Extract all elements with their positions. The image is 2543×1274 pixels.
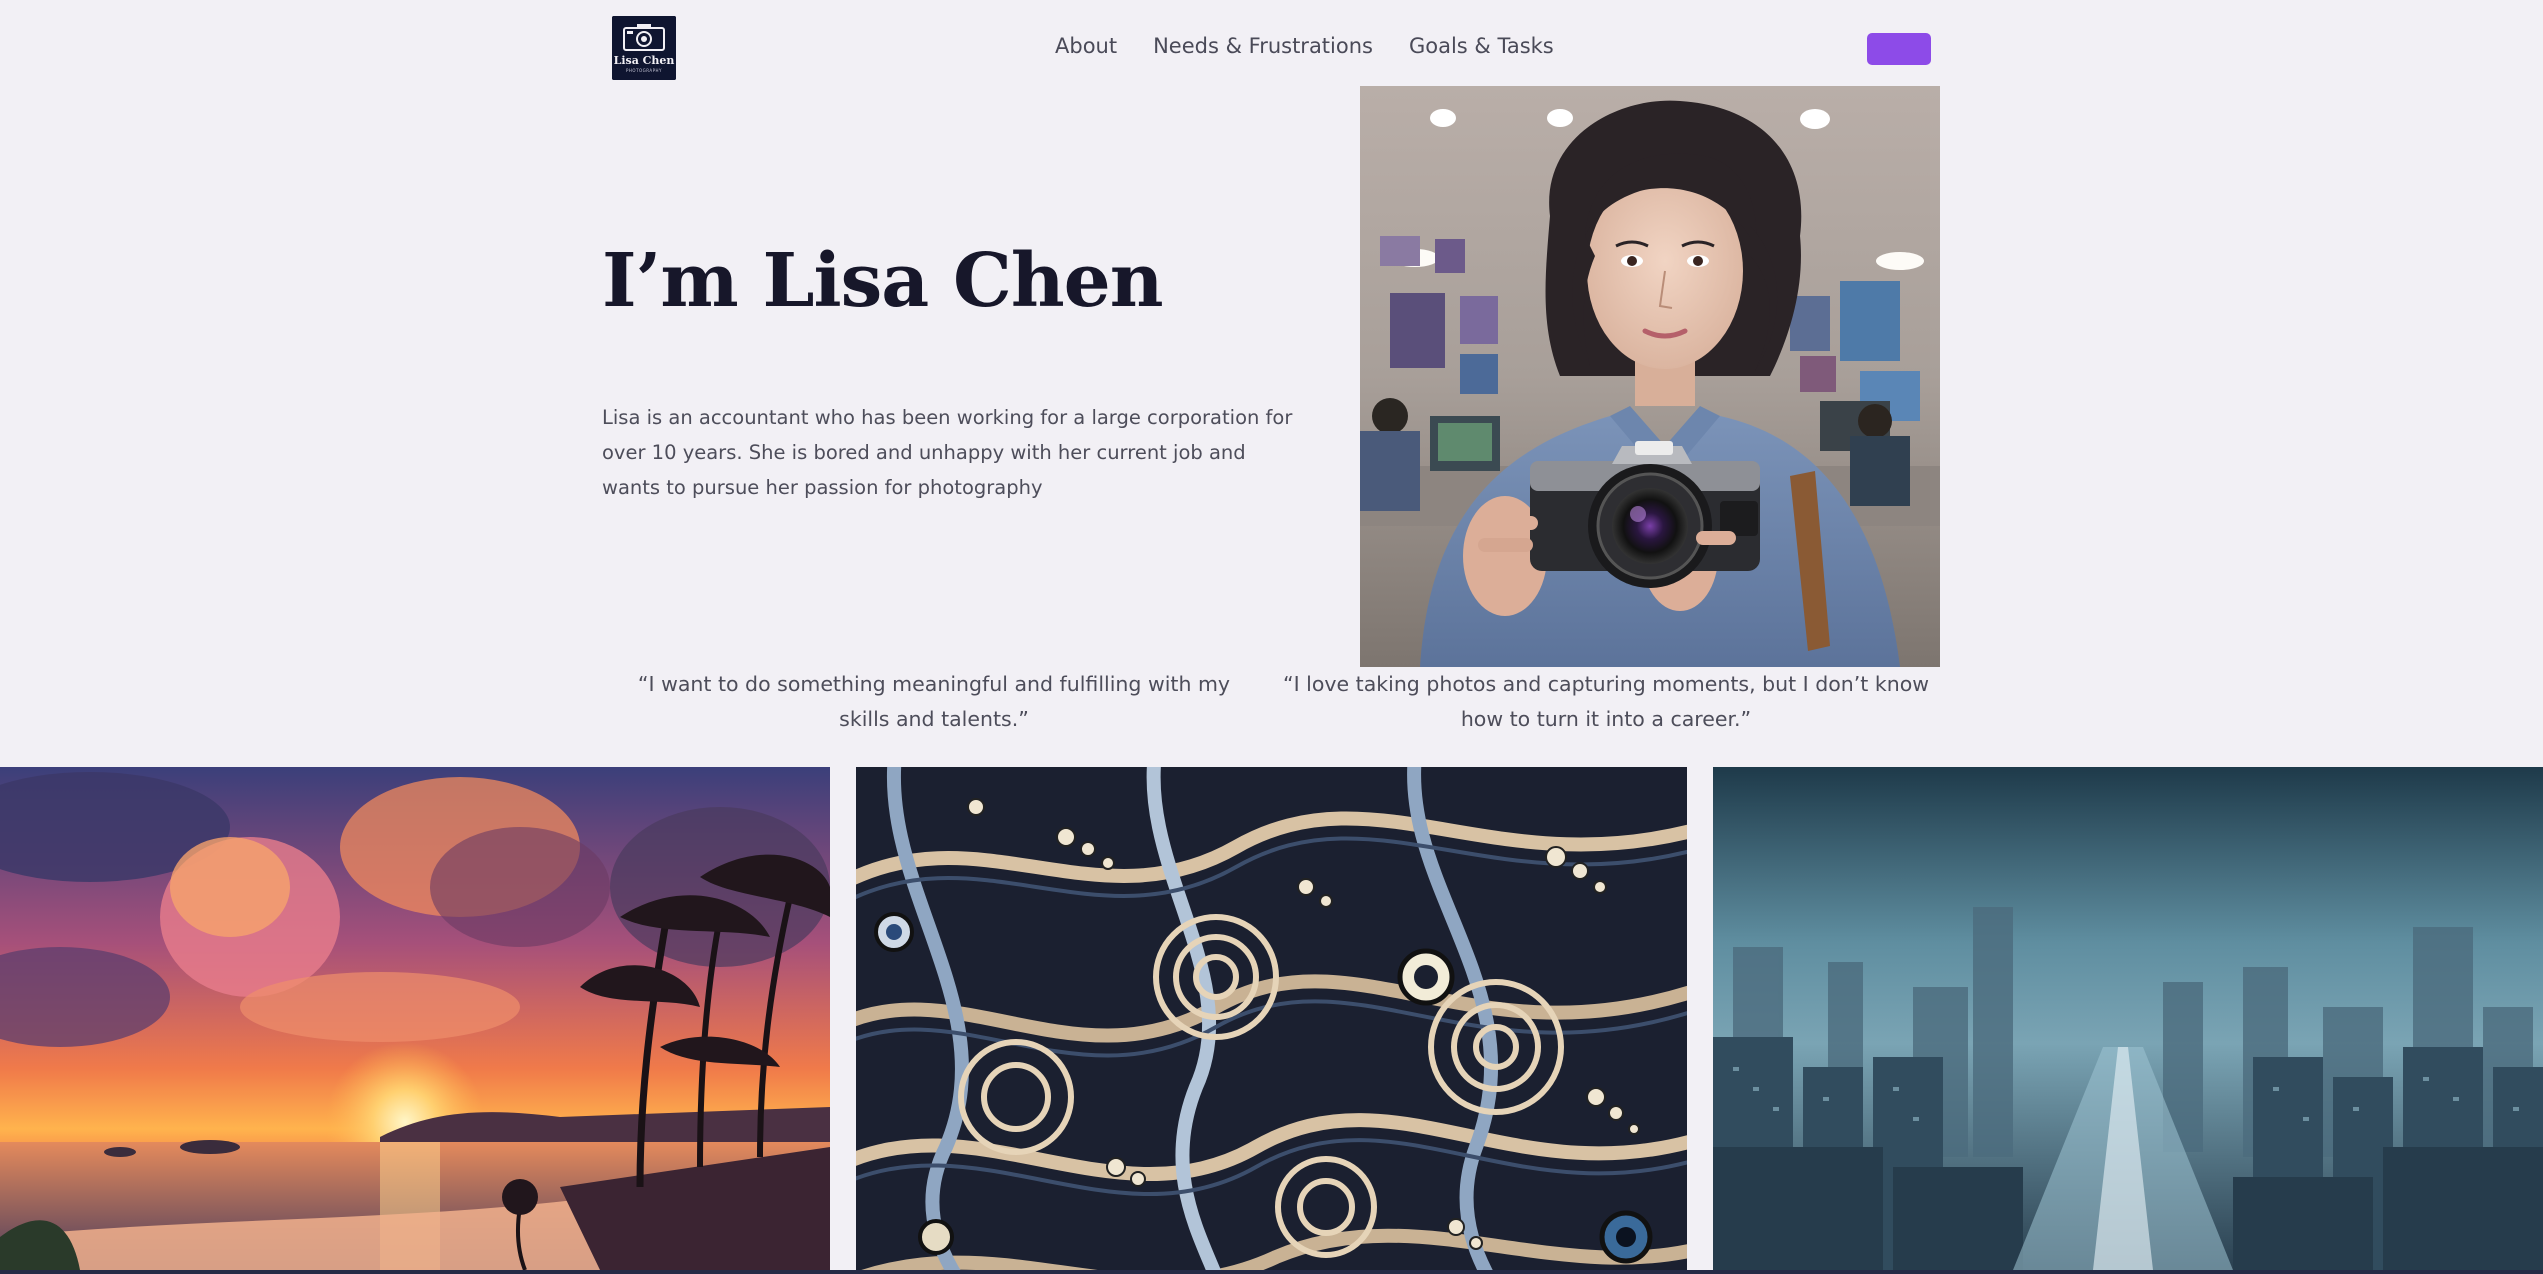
photo-gallery — [0, 767, 2543, 1270]
main-nav: About Needs & Frustrations Goals & Tasks — [1055, 34, 1554, 58]
nav-needs-frustrations[interactable]: Needs & Frustrations — [1153, 34, 1373, 58]
nav-goals-tasks[interactable]: Goals & Tasks — [1409, 34, 1554, 58]
quote-1: “I want to do something meaningful and f… — [637, 672, 1231, 731]
site-header: Lisa Chen PHOTOGRAPHY About Needs & Frus… — [0, 0, 2543, 86]
logo-name: Lisa Chen — [614, 54, 675, 67]
camera-icon: Lisa Chen PHOTOGRAPHY — [612, 16, 676, 80]
hero-description: Lisa is an accountant who has been worki… — [602, 406, 1293, 499]
gallery-image-city[interactable] — [1713, 767, 2543, 1270]
logo[interactable]: Lisa Chen PHOTOGRAPHY — [612, 16, 676, 80]
nav-about[interactable]: About — [1055, 34, 1117, 58]
logo-tagline: PHOTOGRAPHY — [626, 68, 662, 73]
quote-2: “I love taking photos and capturing mome… — [1282, 672, 1930, 731]
portrait-image — [1360, 86, 1940, 667]
gallery-image-pattern[interactable] — [856, 767, 1687, 1270]
page-title: I’m Lisa Chen — [602, 238, 1164, 324]
cta-button[interactable] — [1867, 33, 1931, 65]
bottom-bar — [0, 1270, 2543, 1274]
gallery-image-sunset[interactable] — [0, 767, 830, 1270]
